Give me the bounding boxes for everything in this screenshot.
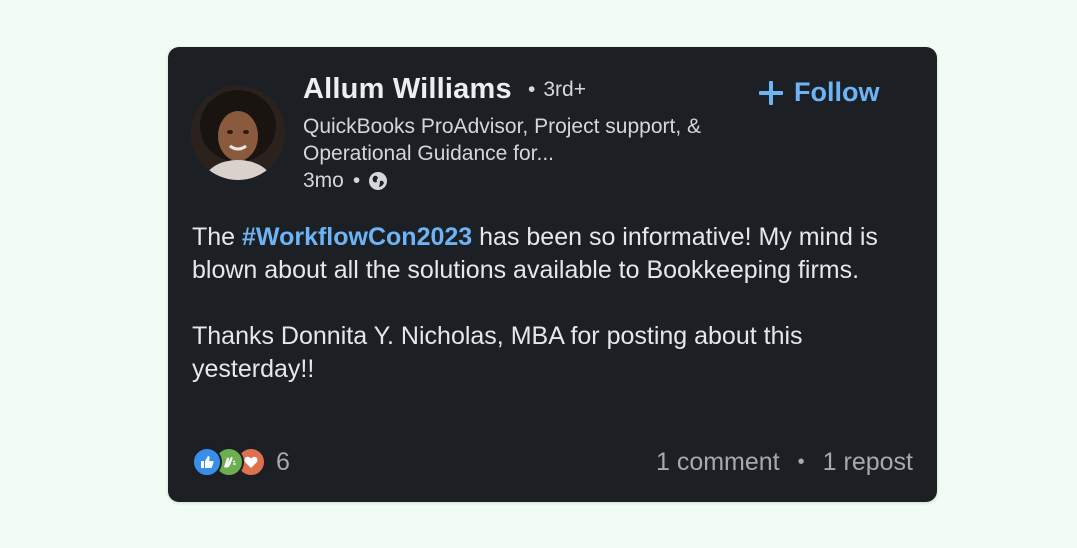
connection-degree: • 3rd+ — [528, 78, 586, 101]
stats-separator: • — [797, 450, 805, 473]
plus-icon — [758, 80, 784, 106]
avatar[interactable] — [191, 86, 285, 180]
post-card: Allum Williams • 3rd+ QuickBooks ProAdvis… — [168, 47, 937, 502]
globe-icon — [368, 171, 388, 191]
reposts-link[interactable]: 1 repost — [823, 448, 913, 477]
follow-button[interactable]: Follow — [758, 77, 879, 108]
social-bar: 6 1 comment • 1 repost — [192, 445, 913, 479]
post-meta: 3mo • — [303, 169, 388, 193]
comments-link[interactable]: 1 comment — [656, 448, 780, 477]
follow-label: Follow — [794, 77, 880, 107]
post-time: 3mo — [303, 169, 344, 192]
meta-separator: • — [352, 169, 361, 192]
post-body: The #WorkflowCon2023 has been so informa… — [192, 221, 912, 386]
post-paragraph-2: Thanks Donnita Y. Nicholas, MBA for post… — [192, 322, 803, 383]
hashtag-link[interactable]: #WorkflowCon2023 — [242, 223, 472, 251]
text-before: The — [192, 223, 243, 251]
degree-label: 3rd+ — [543, 78, 586, 101]
author-name[interactable]: Allum Williams — [303, 73, 512, 106]
reactions[interactable]: 6 — [192, 447, 290, 477]
post-paragraph: The #WorkflowCon2023 has been so informa… — [192, 221, 912, 287]
author-headline: QuickBooks ProAdvisor, Project support, … — [303, 115, 702, 165]
post-stats: 1 comment • 1 repost — [656, 448, 913, 477]
reaction-count: 6 — [276, 447, 290, 476]
like-icon — [192, 447, 222, 477]
